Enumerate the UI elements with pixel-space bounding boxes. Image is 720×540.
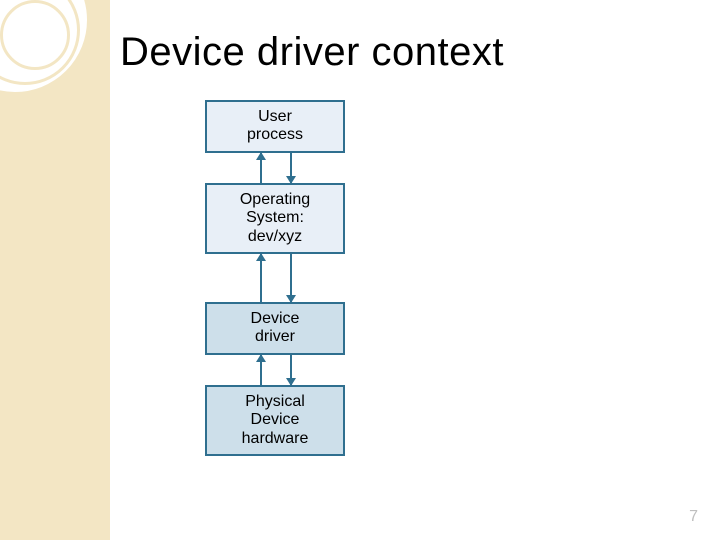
connector-driver-to-hardware: [205, 355, 345, 385]
page-number: 7: [689, 508, 698, 526]
box-operating-system: OperatingSystem:dev/xyz: [205, 183, 345, 254]
slide-title: Device driver context: [120, 30, 504, 75]
diagram-container: Userprocess OperatingSystem:dev/xyz Devi…: [205, 100, 395, 456]
connector-os-to-driver: [205, 254, 345, 302]
box-physical-device: PhysicalDevicehardware: [205, 385, 345, 456]
connector-user-to-os: [205, 153, 345, 183]
box-label: OperatingSystem:dev/xyz: [240, 191, 310, 245]
box-label: Userprocess: [247, 108, 303, 143]
slide-accent-ring-inner: [0, 0, 70, 70]
box-label: PhysicalDevicehardware: [242, 393, 309, 447]
box-user-process: Userprocess: [205, 100, 345, 153]
box-label: Devicedriver: [251, 310, 300, 345]
box-device-driver: Devicedriver: [205, 302, 345, 355]
